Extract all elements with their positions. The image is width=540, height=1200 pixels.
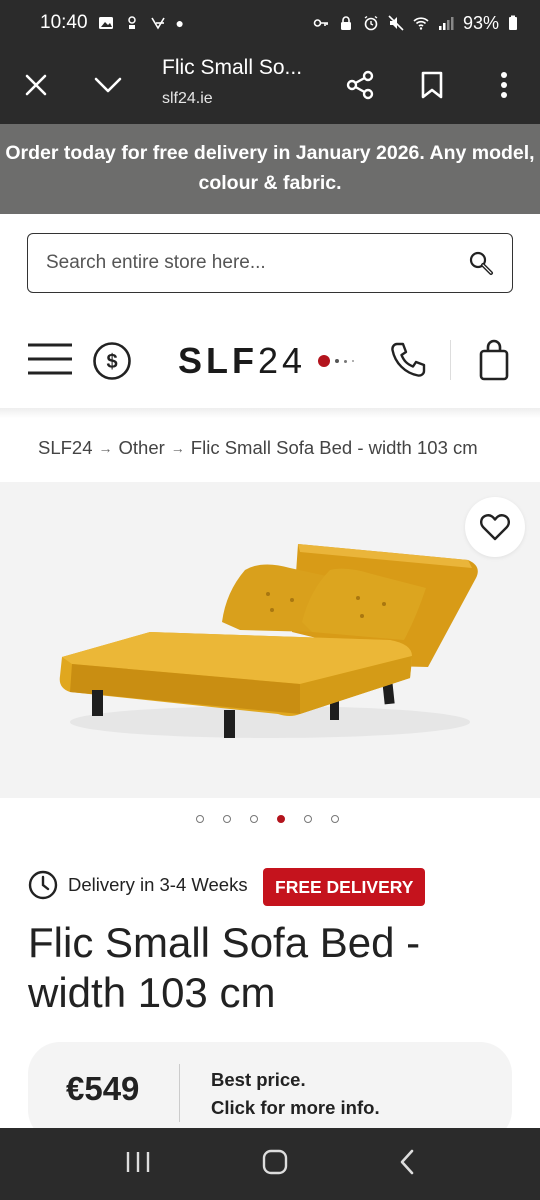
product-title: Flic Small Sofa Bed - width 103 cm (28, 919, 421, 1016)
logo-dots (318, 355, 354, 367)
currency-dollar-icon: $ (93, 342, 131, 380)
gallery-pagination (196, 815, 339, 823)
gallery-dot[interactable] (196, 815, 204, 823)
page-title: Flic Small So... (162, 56, 303, 79)
favorite-button[interactable] (465, 497, 525, 557)
close-tab-button[interactable] (9, 58, 63, 112)
more-notifications-icon: ● (175, 15, 185, 31)
battery-percent: 93% (462, 12, 499, 33)
back-icon (400, 1149, 413, 1174)
gallery-dot[interactable] (223, 815, 231, 823)
logo-text: SLF (178, 340, 258, 381)
search-input[interactable] (46, 252, 468, 274)
bookmark-icon (421, 71, 443, 99)
search-icon[interactable] (468, 250, 494, 276)
chevron-down-icon (94, 77, 122, 93)
breadcrumb-category[interactable]: Other (119, 437, 165, 459)
battery-icon (509, 15, 517, 30)
gallery-dot[interactable] (250, 815, 258, 823)
breadcrumb-arrow-icon: → (170, 440, 185, 456)
system-navigation-bar (0, 1128, 540, 1200)
recent-apps-icon (127, 1151, 150, 1172)
phone-icon (391, 342, 426, 377)
gallery-dot[interactable] (331, 815, 339, 823)
breadcrumb-current: Flic Small Sofa Bed - width 103 cm (190, 437, 478, 458)
more-vertical-icon (501, 72, 507, 98)
product-image-gallery[interactable] (0, 482, 540, 798)
gallery-dot[interactable] (304, 815, 312, 823)
key-icon (313, 19, 328, 27)
breadcrumb-arrow-icon: → (98, 440, 113, 456)
share-icon (346, 70, 374, 100)
product-price: €549 (66, 1070, 140, 1107)
clock: 10:40 (40, 12, 88, 33)
back-button[interactable] (399, 1149, 415, 1180)
breadcrumb: SLF24 → Other → Flic Small Sofa Bed - wi… (38, 437, 478, 459)
call-button[interactable] (388, 340, 428, 380)
mute-icon (388, 15, 404, 31)
delivery-text: Delivery in 3-4 Weeks (68, 874, 248, 895)
site-logo[interactable]: SLF24 (178, 340, 306, 382)
notification-icon (127, 16, 136, 29)
price-divider (179, 1064, 180, 1122)
delivery-info: Delivery in 3-4 Weeks (28, 870, 248, 900)
price-info-line2: Click for more info. (211, 1097, 380, 1118)
currency-button[interactable]: $ (92, 341, 132, 381)
breadcrumb-home[interactable]: SLF24 (38, 437, 93, 459)
close-icon (25, 74, 47, 96)
clock-icon (28, 870, 58, 900)
home-icon (262, 1149, 288, 1174)
free-delivery-badge: FREE DELIVERY (263, 868, 426, 906)
minimize-button[interactable] (81, 58, 135, 112)
browser-toolbar: Flic Small So... slf24.ie (0, 46, 540, 124)
gallery-icon (98, 17, 113, 29)
svg-text:$: $ (106, 351, 117, 373)
bookmark-button[interactable] (405, 58, 459, 112)
price-card[interactable]: €549 Best price. Click for more info. (28, 1042, 512, 1142)
home-button[interactable] (262, 1149, 288, 1180)
share-button[interactable] (333, 58, 387, 112)
header-shadow (0, 408, 540, 418)
product-image (59, 544, 478, 738)
logo-number: 24 (258, 340, 307, 381)
header-divider (450, 340, 451, 380)
menu-button[interactable] (27, 342, 73, 376)
page-url[interactable]: slf24.ie (162, 90, 213, 108)
wifi-icon (413, 17, 429, 30)
search-box (27, 233, 513, 293)
recent-apps-button[interactable] (125, 1150, 151, 1179)
lock-icon (340, 16, 351, 30)
shopping-bag-icon (479, 339, 509, 381)
app-icon (150, 17, 165, 30)
heart-icon (480, 514, 510, 541)
status-bar: 10:40 ● 93% (0, 0, 540, 46)
promo-banner: Order today for free delivery in January… (0, 124, 540, 214)
more-options-button[interactable] (477, 58, 531, 112)
price-info[interactable]: Best price. Click for more info. (211, 1066, 380, 1122)
price-info-line1: Best price. (211, 1069, 306, 1090)
cart-button[interactable] (478, 338, 510, 382)
gallery-dot-active[interactable] (277, 815, 285, 823)
hamburger-menu-icon (28, 343, 72, 375)
alarm-icon (364, 15, 378, 31)
signal-icon (438, 17, 454, 30)
